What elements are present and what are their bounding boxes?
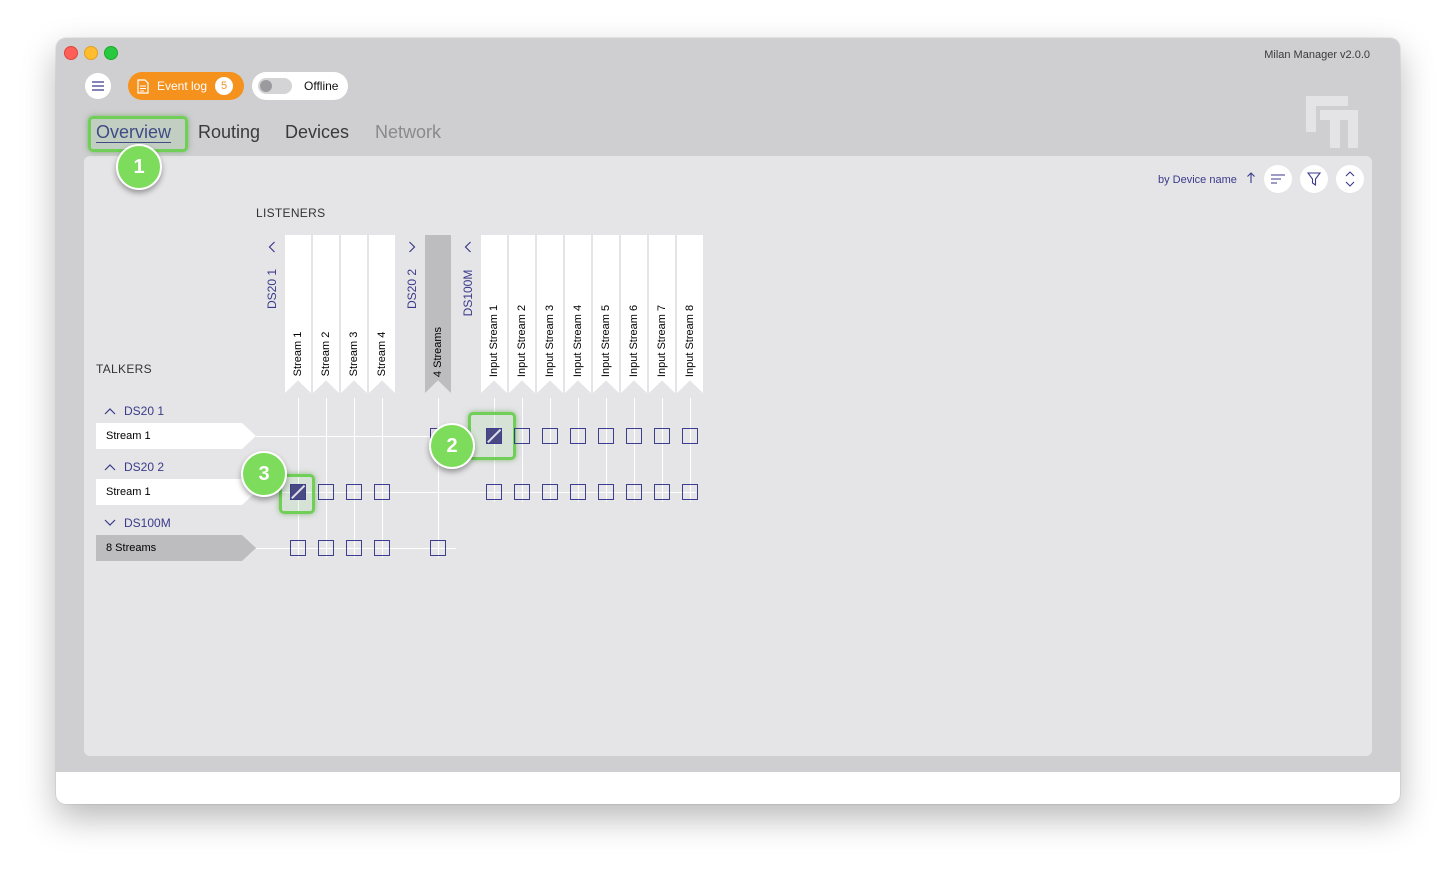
app-logo xyxy=(1306,96,1358,148)
matrix-cell-connected[interactable] xyxy=(486,428,502,444)
listener-stream-label: Input Stream 8 xyxy=(684,304,696,378)
chevron-left-icon[interactable] xyxy=(464,241,472,253)
listener-stream-label: Stream 1 xyxy=(292,331,304,377)
chevron-up-icon xyxy=(104,408,116,415)
event-log-count-badge: 5 xyxy=(215,77,234,95)
arrow-up-icon xyxy=(1247,172,1255,183)
listener-collapsed-label: 4 Streams xyxy=(432,326,444,378)
close-window-button[interactable] xyxy=(64,46,78,60)
talker-device-ds100m[interactable]: DS100M xyxy=(96,516,171,530)
sort-label-text: by Device name xyxy=(1158,174,1237,186)
grid-line xyxy=(326,398,327,558)
talker-device-label: DS100M xyxy=(124,516,171,530)
talker-device-ds20-2[interactable]: DS20 2 xyxy=(96,460,164,474)
tab-routing[interactable]: Routing xyxy=(198,122,260,143)
matrix-cell[interactable] xyxy=(374,484,390,500)
talkers-heading: TALKERS xyxy=(96,362,152,376)
matrix-cell[interactable] xyxy=(682,484,698,500)
listener-stream-label: Stream 3 xyxy=(348,331,360,377)
matrix-cell[interactable] xyxy=(514,484,530,500)
talker-device-ds20-1[interactable]: DS20 1 xyxy=(96,404,164,418)
hamburger-icon xyxy=(92,81,104,91)
matrix-cell[interactable] xyxy=(570,428,586,444)
matrix-cell[interactable] xyxy=(486,484,502,500)
listener-stream-label: Input Stream 5 xyxy=(600,304,612,378)
grid-line xyxy=(256,436,446,437)
matrix-cell[interactable] xyxy=(374,540,390,556)
listener-stream-label: Input Stream 1 xyxy=(488,304,500,378)
listeners-heading: LISTENERS xyxy=(256,206,326,220)
event-log-label: Event log xyxy=(157,79,208,93)
listener-stream-label: Input Stream 6 xyxy=(628,304,640,378)
matrix-cell[interactable] xyxy=(290,540,306,556)
matrix-cell[interactable] xyxy=(318,540,334,556)
matrix-cell[interactable] xyxy=(626,484,642,500)
status-bar xyxy=(56,772,1400,804)
talker-device-label: DS20 2 xyxy=(124,460,165,474)
talker-stream-row[interactable]: Stream 1 xyxy=(96,423,256,449)
listener-device-ds20-1[interactable]: DS20 1 xyxy=(265,269,279,309)
talker-stream-row[interactable]: Stream 1 xyxy=(96,479,256,505)
matrix-cell[interactable] xyxy=(654,484,670,500)
window-title: Milan Manager v2.0.0 xyxy=(1264,49,1370,61)
matrix-cell[interactable] xyxy=(430,540,446,556)
matrix-cell[interactable] xyxy=(598,484,614,500)
chevron-up-down-icon xyxy=(1345,171,1355,187)
callout-marker-2: 2 xyxy=(429,423,475,469)
matrix-cell[interactable] xyxy=(542,428,558,444)
listener-stream-label: Input Stream 3 xyxy=(544,304,556,378)
listener-stream-label: Stream 4 xyxy=(376,331,388,377)
grid-line xyxy=(438,398,439,558)
chevron-left-icon[interactable] xyxy=(268,241,276,253)
talker-stream-label: Stream 1 xyxy=(106,430,151,442)
matrix-cell[interactable] xyxy=(682,428,698,444)
document-icon xyxy=(137,78,149,94)
matrix-cell[interactable] xyxy=(346,540,362,556)
listener-device-ds100m[interactable]: DS100M xyxy=(461,270,475,317)
filter-icon xyxy=(1307,172,1321,186)
chevron-down-icon xyxy=(104,519,116,526)
filter-button[interactable] xyxy=(1300,165,1328,193)
matrix-cell[interactable] xyxy=(346,484,362,500)
tab-devices[interactable]: Devices xyxy=(285,122,349,143)
listener-device-ds20-2[interactable]: DS20 2 xyxy=(405,269,419,309)
listener-stream-label: Input Stream 4 xyxy=(572,304,584,378)
toggle-switch[interactable] xyxy=(258,78,292,94)
matrix-cell[interactable] xyxy=(570,484,586,500)
matrix-cell[interactable] xyxy=(542,484,558,500)
talker-device-label: DS20 1 xyxy=(124,404,165,418)
chevron-right-icon[interactable] xyxy=(408,241,416,253)
matrix-cell[interactable] xyxy=(514,428,530,444)
matrix-cell-connected[interactable] xyxy=(290,484,306,500)
minimize-window-button[interactable] xyxy=(84,46,98,60)
app-window: Milan Manager v2.0.0 Event log 5 Offline… xyxy=(56,38,1400,804)
sort-lines-icon xyxy=(1271,174,1285,184)
grid-line xyxy=(354,398,355,558)
matrix-cell[interactable] xyxy=(598,428,614,444)
event-log-button[interactable]: Event log 5 xyxy=(128,72,244,100)
callout-marker-3: 3 xyxy=(241,451,287,497)
talker-collapsed-row[interactable]: 8 Streams xyxy=(96,535,256,561)
grid-line xyxy=(382,398,383,558)
matrix-cell[interactable] xyxy=(318,484,334,500)
sort-button[interactable] xyxy=(1264,165,1292,193)
listener-stream-label: Stream 2 xyxy=(320,331,332,377)
talker-stream-label: Stream 1 xyxy=(106,486,151,498)
maximize-window-button[interactable] xyxy=(104,46,118,60)
matrix-cell[interactable] xyxy=(654,428,670,444)
menu-button[interactable] xyxy=(85,73,111,99)
sort-label[interactable]: by Device name xyxy=(1158,172,1256,186)
toggle-knob xyxy=(260,80,272,92)
chevron-up-icon xyxy=(104,464,116,471)
callout-marker-1: 1 xyxy=(116,144,162,190)
tab-network[interactable]: Network xyxy=(375,122,441,143)
talker-collapsed-label: 8 Streams xyxy=(106,542,157,554)
online-toggle[interactable]: Offline xyxy=(252,72,348,100)
connection-status-label: Offline xyxy=(304,79,339,93)
matrix-cell[interactable] xyxy=(626,428,642,444)
expand-collapse-button[interactable] xyxy=(1336,165,1364,193)
listener-stream-label: Input Stream 2 xyxy=(516,304,528,378)
listener-stream-label: Input Stream 7 xyxy=(656,304,668,378)
